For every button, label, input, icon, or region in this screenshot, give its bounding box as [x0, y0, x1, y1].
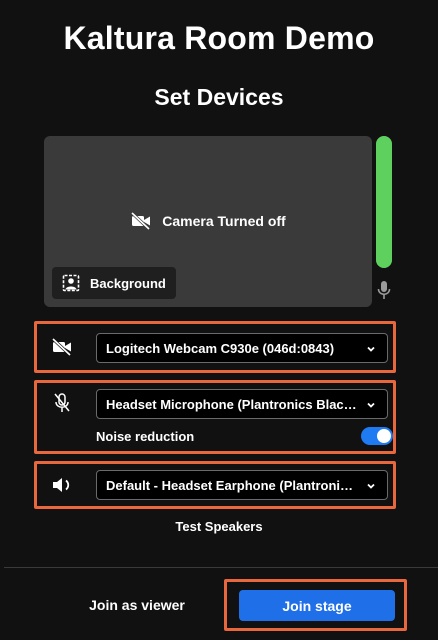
- chevron-down-icon: [367, 483, 375, 489]
- mic-level-fill: [376, 136, 392, 268]
- noise-reduction-toggle[interactable]: [361, 427, 393, 445]
- background-label: Background: [90, 275, 166, 291]
- camera-off-message: Camera Turned off: [44, 212, 372, 230]
- speaker-select-value: Default - Headset Earphone (Plantronics …: [106, 477, 357, 493]
- camera-device-row: Logitech Webcam C930e (046d:0843): [34, 321, 396, 373]
- microphone-device-row: Headset Microphone (Plantronics Blackwir…: [34, 380, 396, 454]
- mic-level-meter: [376, 136, 392, 268]
- background-icon: [62, 274, 80, 292]
- camera-off-icon[interactable]: [51, 337, 73, 357]
- speaker-select[interactable]: Default - Headset Earphone (Plantronics …: [96, 470, 388, 500]
- chevron-down-icon: [367, 402, 375, 408]
- camera-status-text: Camera Turned off: [162, 213, 286, 229]
- footer-divider: [4, 567, 438, 568]
- join-as-viewer-button[interactable]: Join as viewer: [70, 590, 204, 620]
- speaker-icon: [53, 478, 70, 492]
- mic-level-icon: [377, 281, 391, 299]
- camera-off-icon: [131, 212, 151, 230]
- join-stage-frame: Join stage: [224, 579, 407, 631]
- microphone-select[interactable]: Headset Microphone (Plantronics Blackwir…: [96, 389, 388, 419]
- speaker-device-row: Default - Headset Earphone (Plantronics …: [34, 461, 396, 509]
- camera-select-value: Logitech Webcam C930e (046d:0843): [106, 340, 335, 356]
- microphone-select-value: Headset Microphone (Plantronics Blackwir…: [106, 396, 357, 412]
- section-title: Set Devices: [154, 84, 284, 110]
- test-speakers-link[interactable]: Test Speakers: [0, 519, 438, 534]
- app-title: Kaltura Room Demo: [63, 20, 375, 56]
- chevron-down-icon: [367, 346, 375, 352]
- toggle-knob: [377, 429, 391, 443]
- noise-reduction-label: Noise reduction: [96, 429, 195, 444]
- camera-select[interactable]: Logitech Webcam C930e (046d:0843): [96, 333, 388, 363]
- background-button[interactable]: Background: [52, 267, 176, 299]
- mic-off-icon[interactable]: [51, 393, 73, 413]
- join-stage-button[interactable]: Join stage: [239, 590, 395, 621]
- camera-preview: Camera Turned off Background: [44, 136, 372, 307]
